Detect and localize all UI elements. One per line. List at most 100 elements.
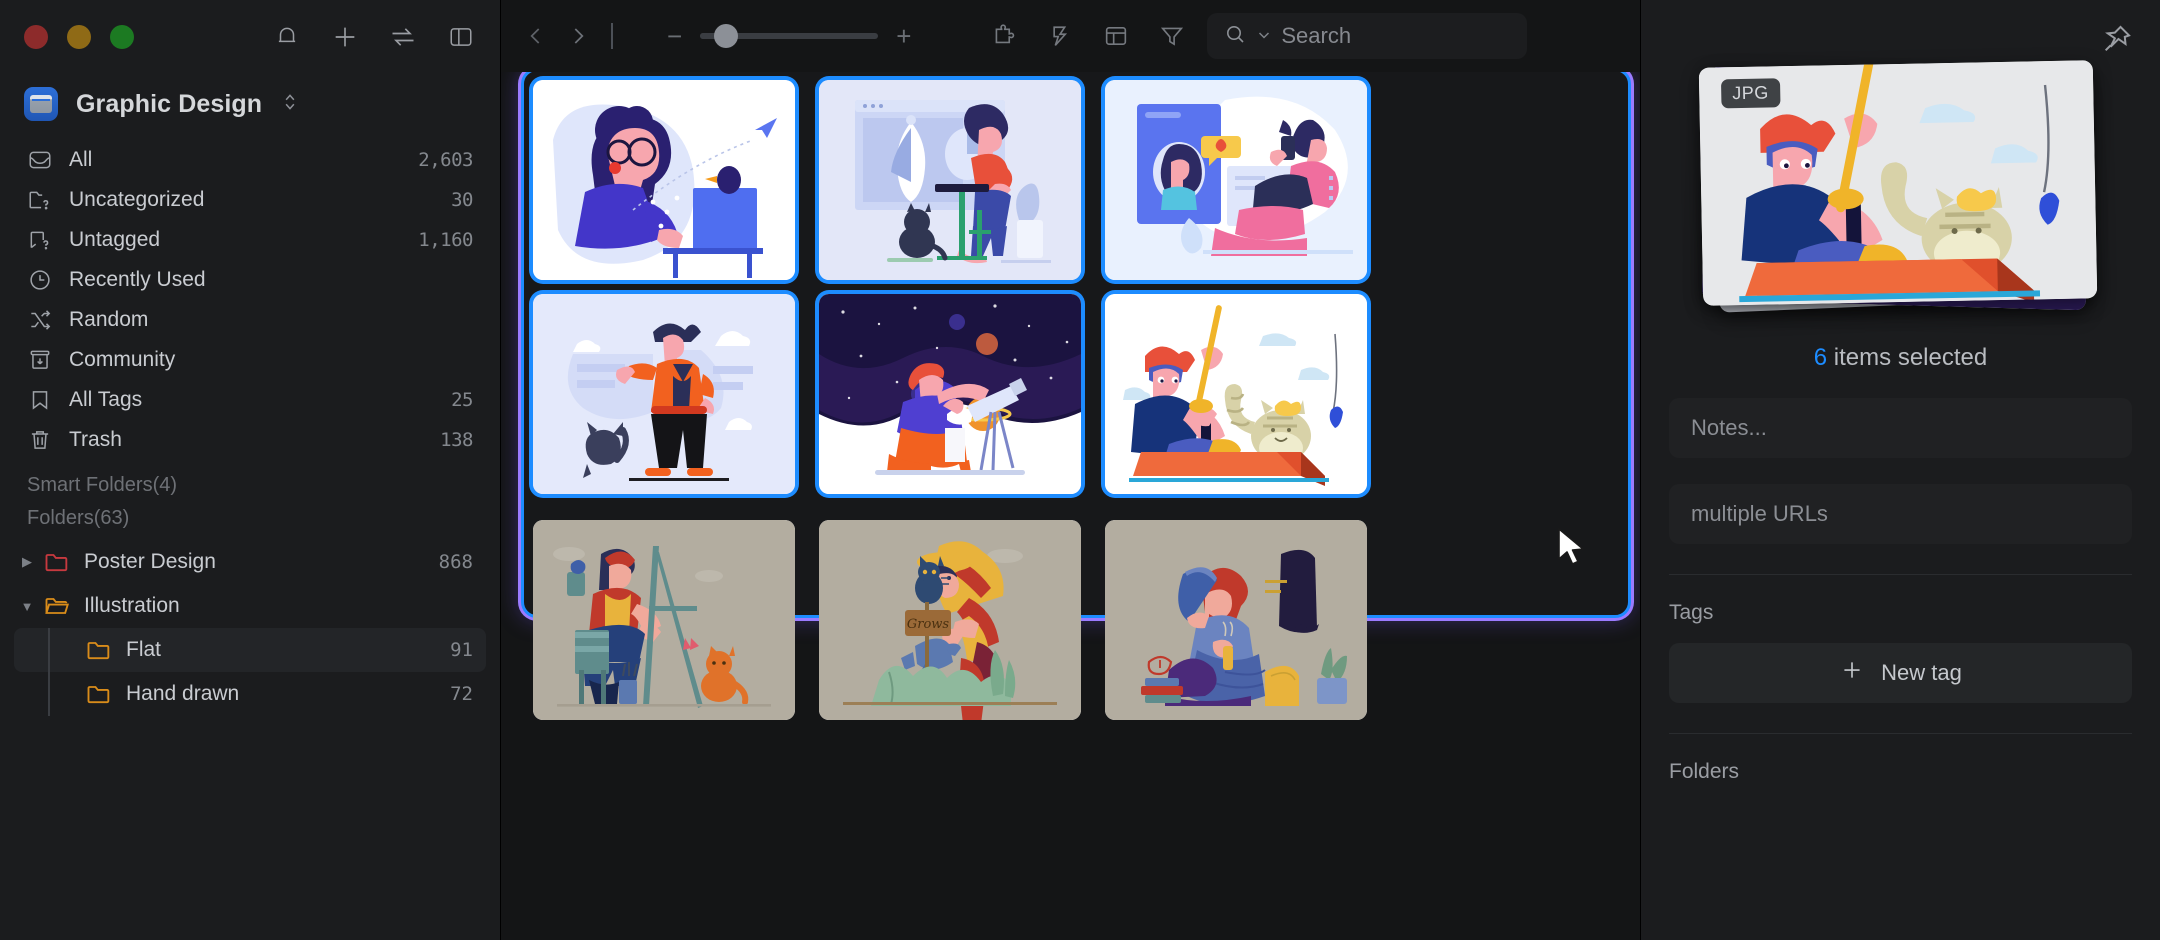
folder-label: Flat [126, 638, 162, 661]
folder-item-poster-design[interactable]: ▶ Poster Design 868 [14, 540, 486, 584]
folder-icon [82, 680, 116, 708]
tree-guide [48, 672, 50, 716]
folders-header[interactable]: Folders(63) [0, 507, 500, 540]
plus-icon[interactable] [330, 22, 360, 52]
file-type-badge: JPG [1720, 78, 1780, 109]
chevron-updown-icon[interactable] [282, 91, 298, 117]
grid-item-video-call-couple[interactable] [1105, 80, 1367, 280]
folder-item-illustration[interactable]: ▼ Illustration [14, 584, 486, 628]
window-titlebar [0, 0, 500, 74]
folder-open-icon [40, 592, 74, 620]
search-scope-chevron-down-icon[interactable] [1256, 27, 1272, 46]
preview-thumbnail-stack[interactable]: JPG [1698, 60, 2101, 314]
extension-icon[interactable] [983, 15, 1025, 57]
grid-item-father-child-telescope[interactable] [819, 294, 1081, 494]
sidebar-item-untagged[interactable]: Untagged 1,160 [14, 220, 486, 260]
search-input[interactable]: Search [1207, 13, 1528, 59]
sidebar-item-count: 25 [451, 389, 473, 411]
minimize-button[interactable] [67, 25, 91, 49]
close-button[interactable] [24, 25, 48, 49]
search-icon [1223, 22, 1247, 51]
grid-item-gardener-watering-plants[interactable]: Grows [819, 520, 1081, 720]
zoom-in-button[interactable]: + [896, 23, 911, 49]
sidebar-header-actions [272, 22, 476, 52]
thumbnail-image [1105, 294, 1367, 494]
folders-section-title: Folders [1669, 760, 1740, 783]
inbox-icon [27, 147, 61, 173]
clock-icon [27, 267, 61, 293]
zoom-button[interactable] [110, 25, 134, 49]
thumbnail-image [533, 294, 795, 494]
selection-count-number: 6 [1813, 344, 1828, 371]
sidebar-item-recently-used[interactable]: Recently Used [14, 260, 486, 300]
grid-item-man-designing-on-laptop[interactable] [819, 80, 1081, 280]
divider [1669, 574, 2132, 575]
toolbar-actions: Search [983, 13, 1528, 59]
chevron-down-icon[interactable]: ▼ [14, 599, 40, 614]
folder-item-flat[interactable]: Flat 91 [14, 628, 486, 672]
sidebar-item-label: Recently Used [69, 268, 206, 291]
url-field[interactable]: multiple URLs [1669, 484, 2132, 544]
smart-folders-header[interactable]: Smart Folders(4) [0, 460, 500, 507]
sidebar-item-all[interactable]: All 2,603 [14, 140, 486, 180]
sidebar-item-label: Uncategorized [69, 188, 205, 211]
zoom-slider-thumb[interactable] [714, 24, 739, 48]
bell-icon[interactable] [272, 22, 302, 52]
forward-button[interactable] [557, 15, 599, 57]
grid-item-man-reading-book[interactable] [1105, 520, 1367, 720]
grid-item-man-standing-with-cat[interactable] [533, 294, 795, 494]
trash-icon [27, 427, 61, 453]
sidebar-item-uncategorized[interactable]: Uncategorized 30 [14, 180, 486, 220]
sidebar-nav: All 2,603 Uncategorized 30 Untagged 1,16… [0, 130, 500, 460]
lightning-icon[interactable] [1039, 15, 1081, 57]
filter-icon[interactable] [1151, 15, 1193, 57]
sidebar-item-label: Trash [69, 428, 122, 451]
grid-item-artist-at-easel-with-cat[interactable] [533, 520, 795, 720]
sidebar-item-count: 30 [451, 189, 473, 211]
sidebar-item-random[interactable]: Random [14, 300, 486, 340]
folder-count: 868 [438, 551, 473, 573]
library-selector[interactable]: Graphic Design [0, 74, 500, 130]
transfer-icon[interactable] [388, 22, 418, 52]
folder-label: Illustration [84, 594, 180, 617]
thumbnail-image: Grows [819, 520, 1081, 720]
sidebar-item-all-tags[interactable]: All Tags 25 [14, 380, 486, 420]
bookmark-icon [27, 387, 61, 413]
thumbnail-image [533, 80, 795, 280]
sidebar-item-trash[interactable]: Trash 138 [14, 420, 486, 460]
selection-count-label: items selected [1827, 344, 1988, 371]
image-grid: Grows [501, 72, 1640, 940]
sidebar-item-count: 138 [440, 429, 473, 451]
grid-item-woman-at-laptop-with-bird[interactable] [533, 80, 795, 280]
notes-placeholder: Notes... [1691, 415, 1767, 440]
library-icon [24, 87, 58, 121]
thumbnail-image [1105, 80, 1367, 280]
tags-section-title: Tags [1669, 601, 1714, 624]
notes-field[interactable]: Notes... [1669, 398, 2132, 458]
sidebar-item-label: All Tags [69, 388, 143, 411]
add-tag-button[interactable]: New tag [1669, 643, 2132, 703]
grid-item-man-fishing-with-cat[interactable] [1105, 294, 1367, 494]
folder-label: Hand drawn [126, 682, 240, 705]
folder-item-hand-drawn[interactable]: Hand drawn 72 [14, 672, 486, 716]
thumbnail-image [819, 80, 1081, 280]
selection-count: 6 items selected [1669, 344, 2132, 372]
plus-icon [1839, 657, 1865, 689]
svg-text:Grows: Grows [907, 617, 950, 632]
thumbnail-image [819, 294, 1081, 494]
layout-icon[interactable] [1095, 15, 1137, 57]
zoom-out-button[interactable]: − [667, 23, 682, 49]
sidebar-item-community[interactable]: Community [14, 340, 486, 380]
folder-count: 91 [450, 639, 473, 661]
window-controls[interactable] [24, 25, 134, 49]
chevron-right-icon[interactable]: ▶ [14, 554, 40, 570]
tag-question-icon [27, 227, 61, 253]
toggle-sidebar-icon[interactable] [446, 22, 476, 52]
back-button[interactable] [515, 15, 557, 57]
folder-tree: ▶ Poster Design 868 ▼ Illustration Flat … [0, 540, 500, 716]
toolbar-divider [611, 23, 613, 49]
pin-icon[interactable] [2100, 22, 2134, 61]
zoom-slider[interactable] [700, 24, 879, 48]
preview-card-front: JPG [1698, 60, 2097, 306]
url-placeholder: multiple URLs [1691, 501, 1828, 526]
